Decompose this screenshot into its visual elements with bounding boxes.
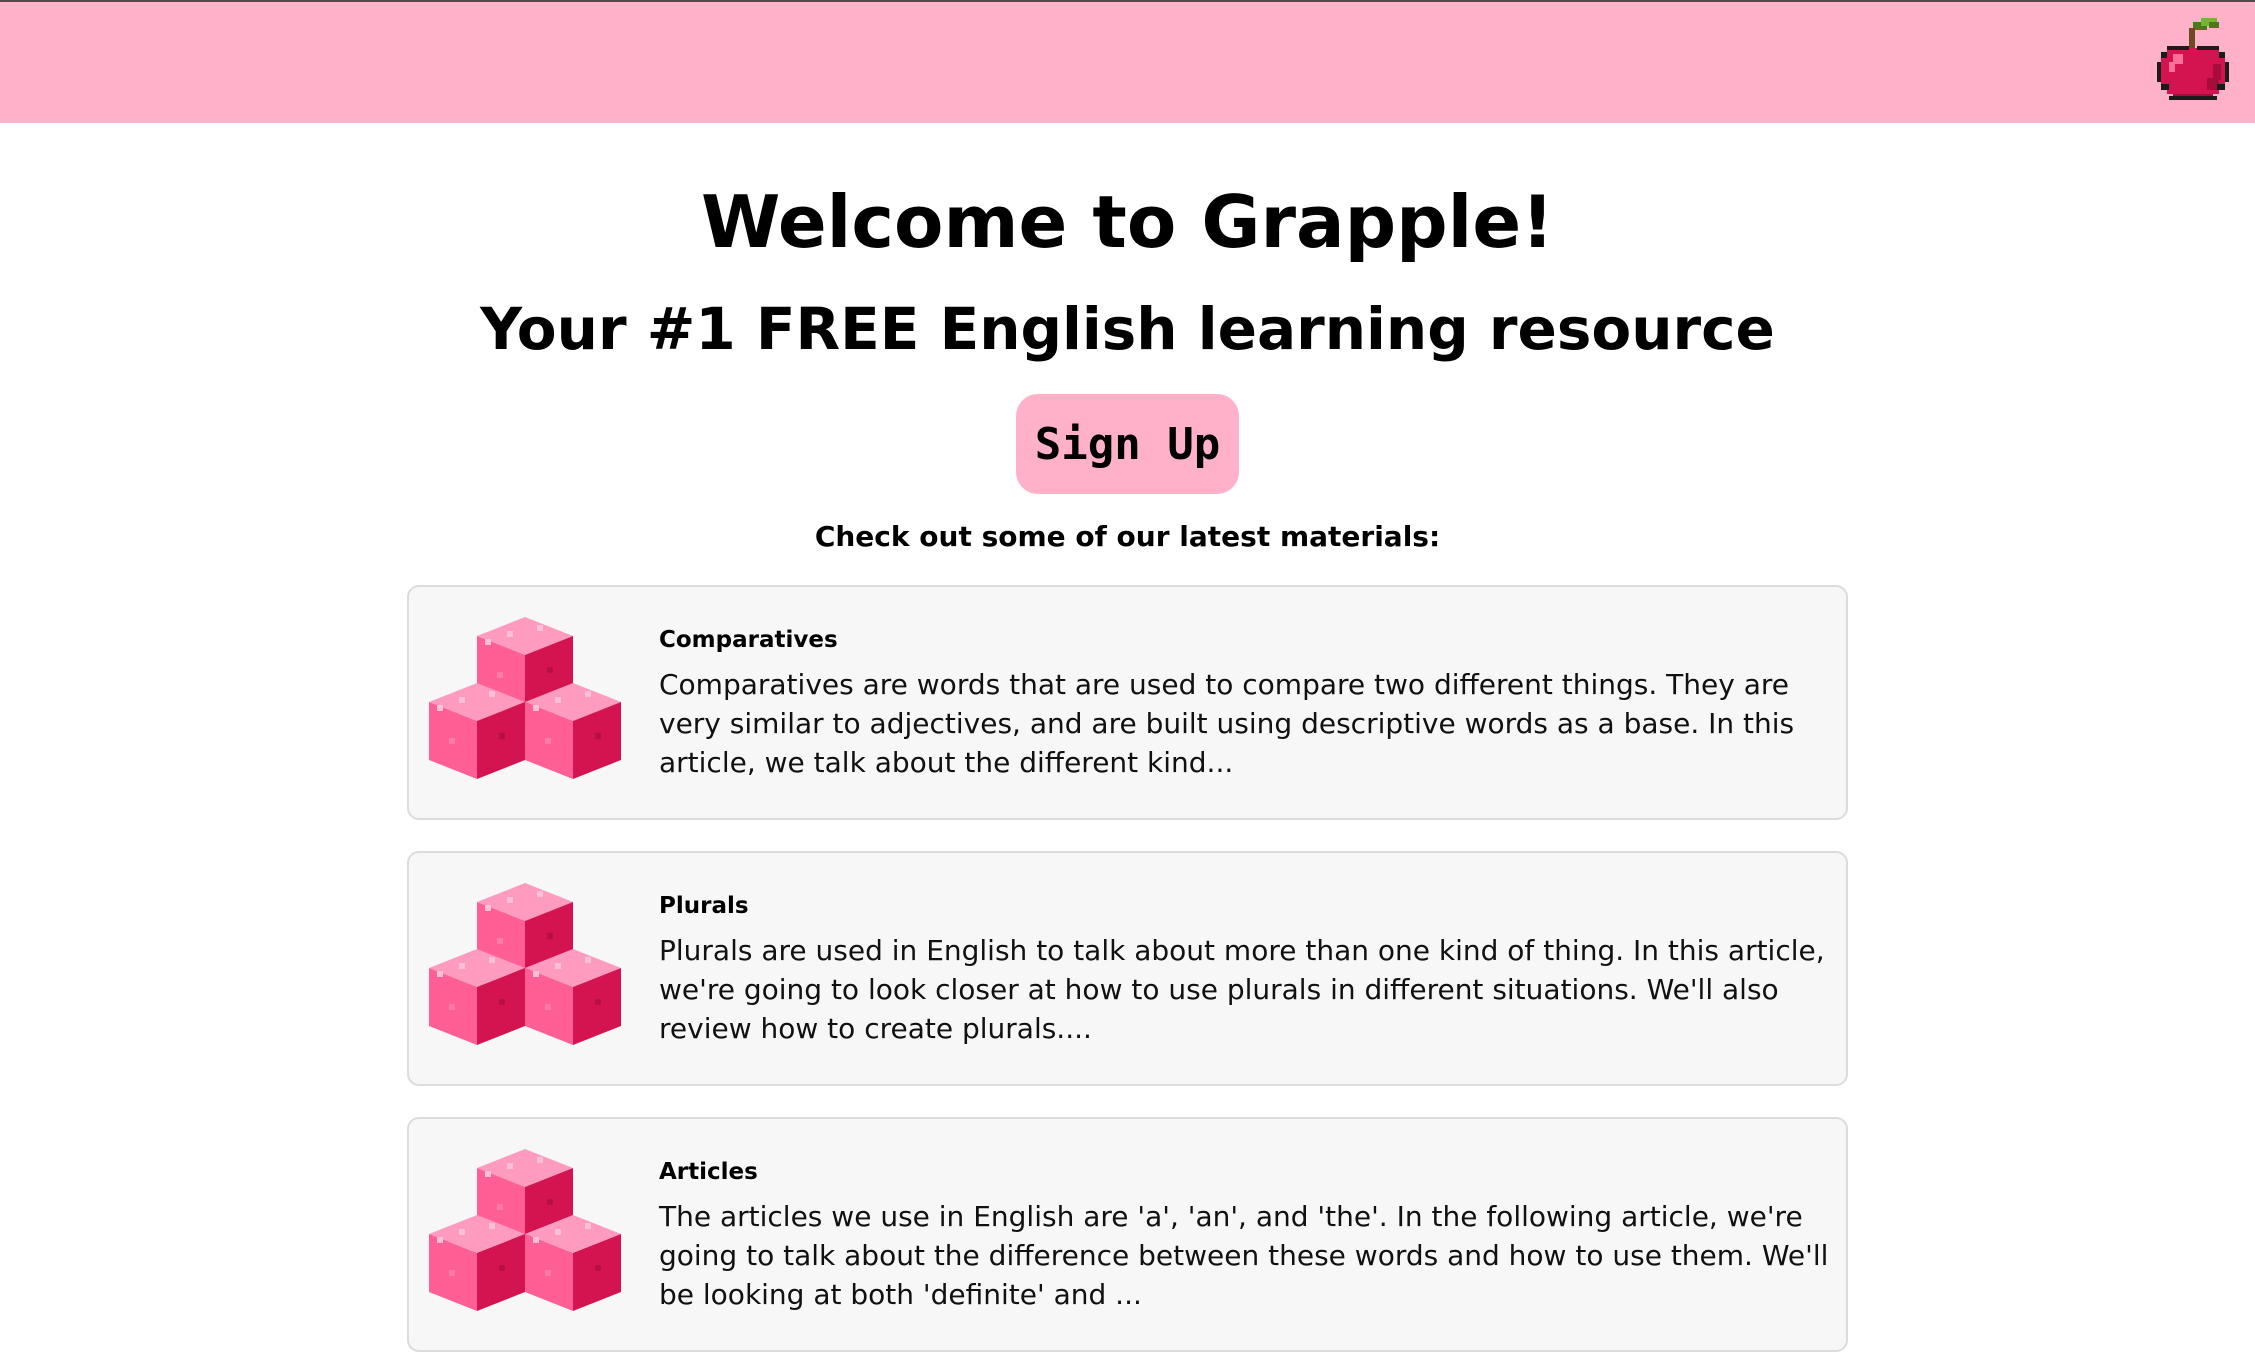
- material-description: The articles we use in English are 'a', …: [659, 1200, 1829, 1311]
- material-description: Plurals are used in English to talk abou…: [659, 934, 1825, 1045]
- site-header: [0, 2, 2255, 123]
- material-description: Comparatives are words that are used to …: [659, 668, 1795, 779]
- pink-cubes-icon: [429, 617, 621, 779]
- material-card-plurals[interactable]: Plurals Plurals are used in English to t…: [407, 851, 1848, 1086]
- material-title: Plurals: [659, 893, 749, 919]
- material-title: Articles: [659, 1159, 758, 1185]
- page-subtitle: Your #1 FREE English learning resource: [480, 295, 1775, 363]
- material-title: Comparatives: [659, 627, 838, 653]
- pink-cubes-icon: [429, 1149, 621, 1311]
- sign-up-button[interactable]: Sign Up: [1016, 394, 1239, 494]
- materials-heading: Check out some of our latest materials:: [814, 520, 1441, 553]
- cherry-icon[interactable]: [2157, 18, 2229, 104]
- material-card-comparatives[interactable]: Comparatives Comparatives are words that…: [407, 585, 1848, 820]
- pink-cubes-icon: [429, 883, 621, 1045]
- material-card-articles[interactable]: Articles The articles we use in English …: [407, 1117, 1848, 1352]
- page-title: Welcome to Grapple!: [701, 180, 1554, 264]
